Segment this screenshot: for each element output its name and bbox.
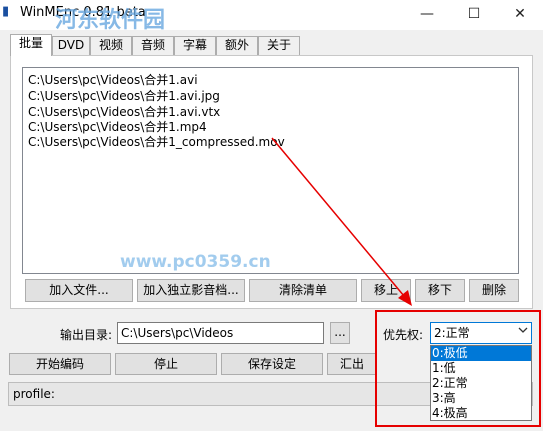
list-item[interactable]: C:\Users\pc\Videos\合并1.avi.jpg <box>28 89 220 104</box>
priority-label: 优先权: <box>383 328 424 342</box>
move-up-button[interactable]: 移上 <box>361 279 411 302</box>
output-dir-input[interactable]: C:\Users\pc\Videos <box>117 322 324 344</box>
list-item[interactable]: C:\Users\pc\Videos\合并1.avi <box>28 73 198 88</box>
list-item[interactable]: C:\Users\pc\Videos\合并1.avi.vtx <box>28 105 220 120</box>
minimize-button[interactable]: — <box>404 0 450 30</box>
priority-option[interactable]: 2:正常 <box>431 376 531 391</box>
export-button[interactable]: 汇出 <box>327 353 377 375</box>
tab-dvd[interactable]: DVD <box>52 36 90 55</box>
list-item[interactable]: C:\Users\pc\Videos\合并1.mp4 <box>28 120 207 135</box>
priority-option[interactable]: 4:极高 <box>431 406 531 421</box>
site-watermark: www.pc0359.cn <box>120 252 271 272</box>
priority-option[interactable]: 3:高 <box>431 391 531 406</box>
priority-option[interactable]: 0:极低 <box>431 346 531 361</box>
close-button[interactable]: ✕ <box>497 0 543 30</box>
tab-batch[interactable]: 批量 <box>10 34 52 56</box>
move-down-button[interactable]: 移下 <box>415 279 465 302</box>
add-file-button[interactable]: 加入文件... <box>25 279 133 302</box>
tab-audio[interactable]: 音频 <box>132 36 174 55</box>
add-av-file-button[interactable]: 加入独立影音档... <box>137 279 245 302</box>
chevron-down-icon[interactable] <box>517 325 529 339</box>
maximize-button[interactable]: ☐ <box>451 0 497 30</box>
priority-option[interactable]: 1:低 <box>431 361 531 376</box>
tab-extra[interactable]: 额外 <box>216 36 258 55</box>
tab-video[interactable]: 视频 <box>90 36 132 55</box>
stop-button[interactable]: 停止 <box>115 353 217 375</box>
browse-button[interactable]: ... <box>330 322 350 344</box>
tab-about[interactable]: 关于 <box>258 36 300 55</box>
output-dir-label: 输出目录: <box>60 328 113 342</box>
list-item[interactable]: C:\Users\pc\Videos\合并1_compressed.mov <box>28 135 285 150</box>
app-icon: ▮ <box>2 4 10 19</box>
clear-list-button[interactable]: 清除清单 <box>249 279 357 302</box>
save-settings-button[interactable]: 保存设定 <box>221 353 323 375</box>
start-encode-button[interactable]: 开始编码 <box>9 353 111 375</box>
delete-button[interactable]: 删除 <box>469 279 519 302</box>
tab-subtitle[interactable]: 字幕 <box>174 36 216 55</box>
